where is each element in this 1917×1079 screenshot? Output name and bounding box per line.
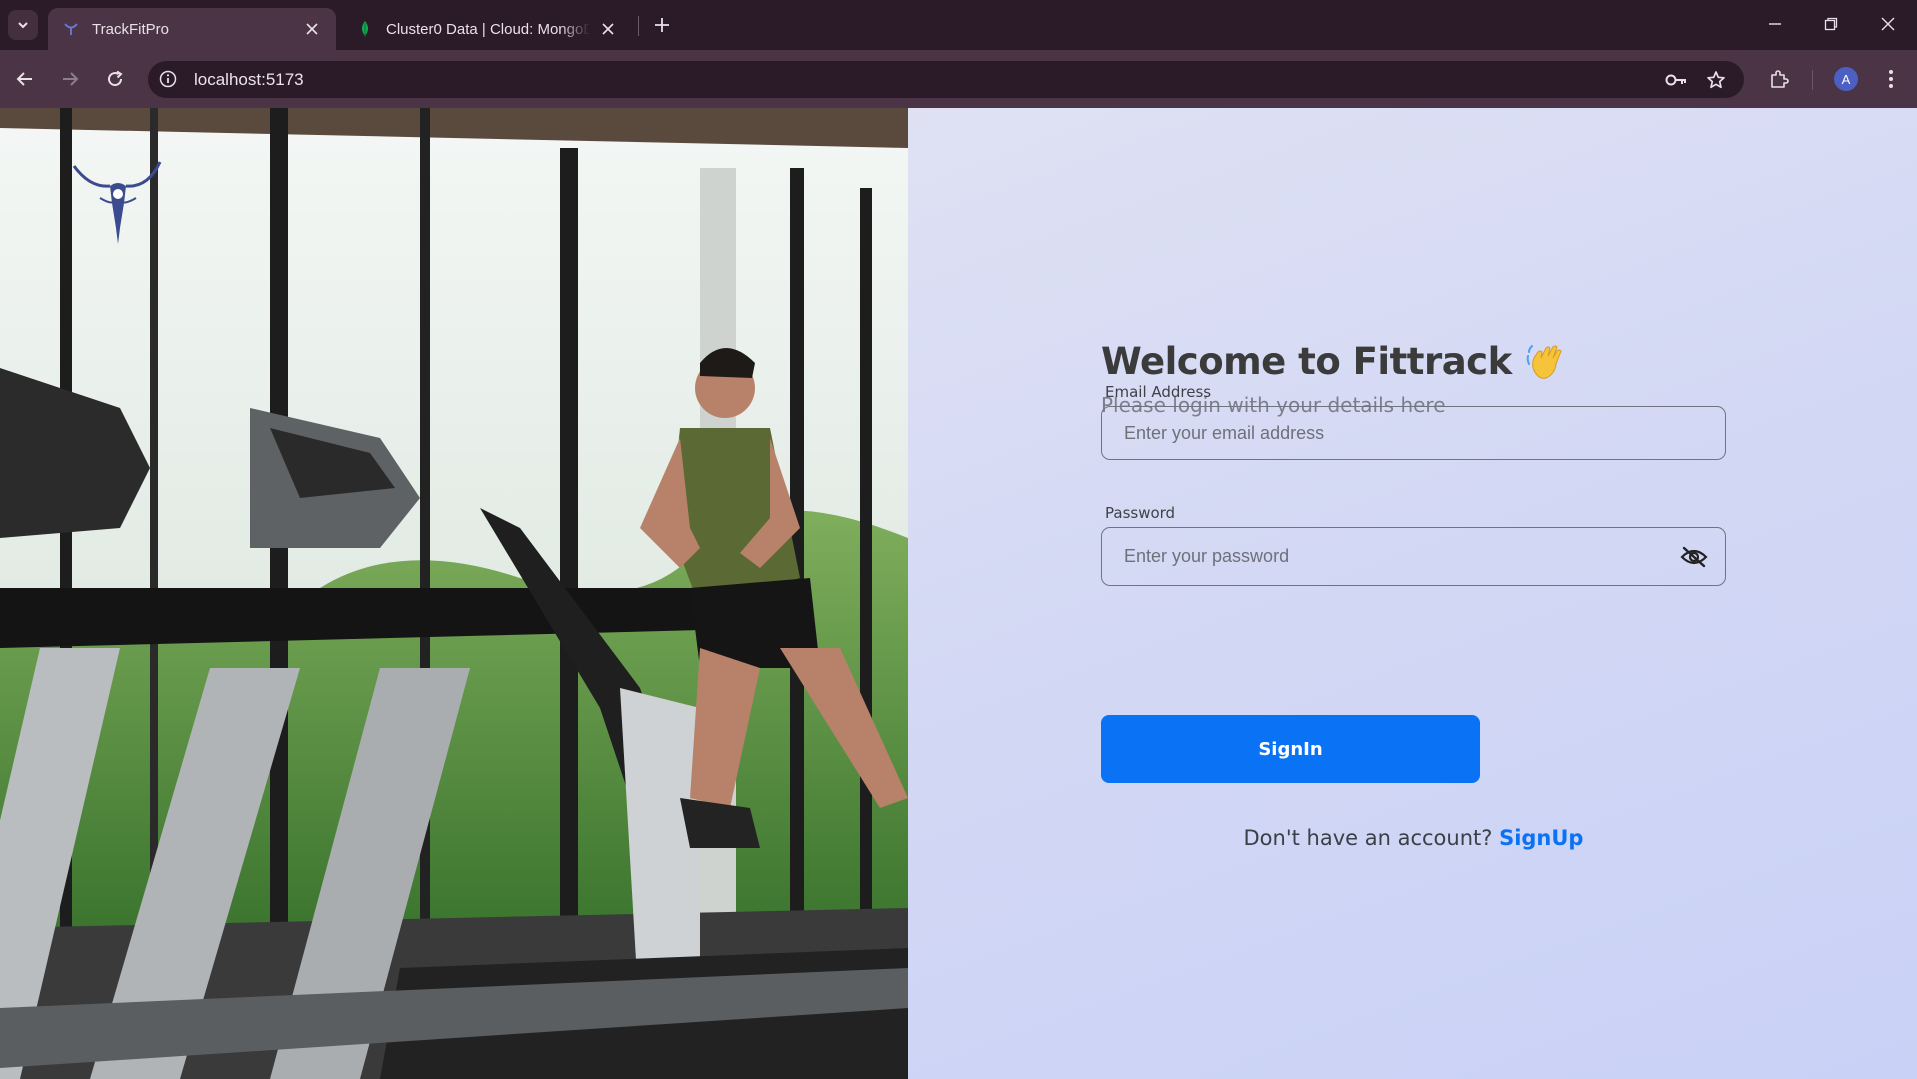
treadmill-runner-illustration <box>0 108 908 1079</box>
heading-text: Welcome to Fittrack <box>1101 340 1512 383</box>
profile-avatar[interactable]: A <box>1834 67 1858 91</box>
close-icon[interactable] <box>598 19 618 39</box>
tab-divider <box>638 16 639 36</box>
minimize-button[interactable] <box>1755 8 1795 40</box>
chevron-down-icon <box>18 22 28 29</box>
star-icon[interactable] <box>1705 69 1727 91</box>
tab-search-button[interactable] <box>8 10 38 40</box>
eye-off-icon[interactable] <box>1679 542 1709 572</box>
password-label: Password <box>1105 504 1176 522</box>
email-placeholder: Enter your email address <box>1124 422 1325 443</box>
password-placeholder: Enter your password <box>1124 546 1290 566</box>
plus-icon <box>655 18 669 32</box>
signup-prompt-row: Don't have an account? SignUp <box>1101 826 1726 850</box>
mongodb-leaf-icon <box>356 20 374 38</box>
waving-hand-icon <box>1526 342 1566 382</box>
signup-prompt-text: Don't have an account? <box>1243 826 1493 850</box>
back-button[interactable] <box>9 63 41 95</box>
signin-button[interactable]: SignIn <box>1101 715 1480 783</box>
browser-tab-strip: TrackFitPro Cluster0 Data | Cloud: Mongo… <box>0 0 1917 50</box>
toolbar-divider <box>1812 70 1813 90</box>
email-label: Email Address <box>1105 383 1212 401</box>
back-arrow-icon <box>16 72 32 86</box>
info-icon[interactable] <box>158 69 178 89</box>
url-text: localhost:5173 <box>194 70 304 89</box>
close-window-button[interactable] <box>1868 8 1908 40</box>
more-vert-icon[interactable] <box>1877 65 1905 93</box>
tab-mongodb[interactable]: Cluster0 Data | Cloud: MongoDB <box>342 8 632 50</box>
signup-link[interactable]: SignUp <box>1499 826 1583 850</box>
forward-arrow-icon <box>63 72 79 86</box>
reload-icon <box>108 70 123 87</box>
password-field[interactable]: Enter your password <box>1101 527 1726 586</box>
key-icon[interactable] <box>1665 69 1687 91</box>
login-page: Welcome to Fittrack Please login with yo… <box>0 108 1917 1079</box>
reload-button[interactable] <box>99 63 131 95</box>
bull-logo-icon <box>72 161 162 244</box>
address-bar[interactable]: localhost:5173 <box>148 61 1744 98</box>
close-icon[interactable] <box>302 19 322 39</box>
forward-button[interactable] <box>54 63 86 95</box>
tab-title: TrackFitPro <box>92 20 169 38</box>
tab-title: Cluster0 Data | Cloud: MongoDB <box>386 20 590 38</box>
browser-toolbar: localhost:5173 A <box>0 50 1917 108</box>
welcome-heading: Welcome to Fittrack <box>1101 340 1566 383</box>
extensions-icon[interactable] <box>1765 65 1793 93</box>
email-field[interactable]: Enter your email address <box>1101 406 1726 460</box>
login-panel: Welcome to Fittrack Please login with yo… <box>908 108 1917 1079</box>
new-tab-button[interactable] <box>648 11 676 39</box>
trackfitpro-favicon-icon <box>62 20 80 38</box>
tab-trackfitpro[interactable]: TrackFitPro <box>48 8 336 50</box>
gym-hero-image <box>0 108 908 1079</box>
restore-button[interactable] <box>1811 8 1851 40</box>
